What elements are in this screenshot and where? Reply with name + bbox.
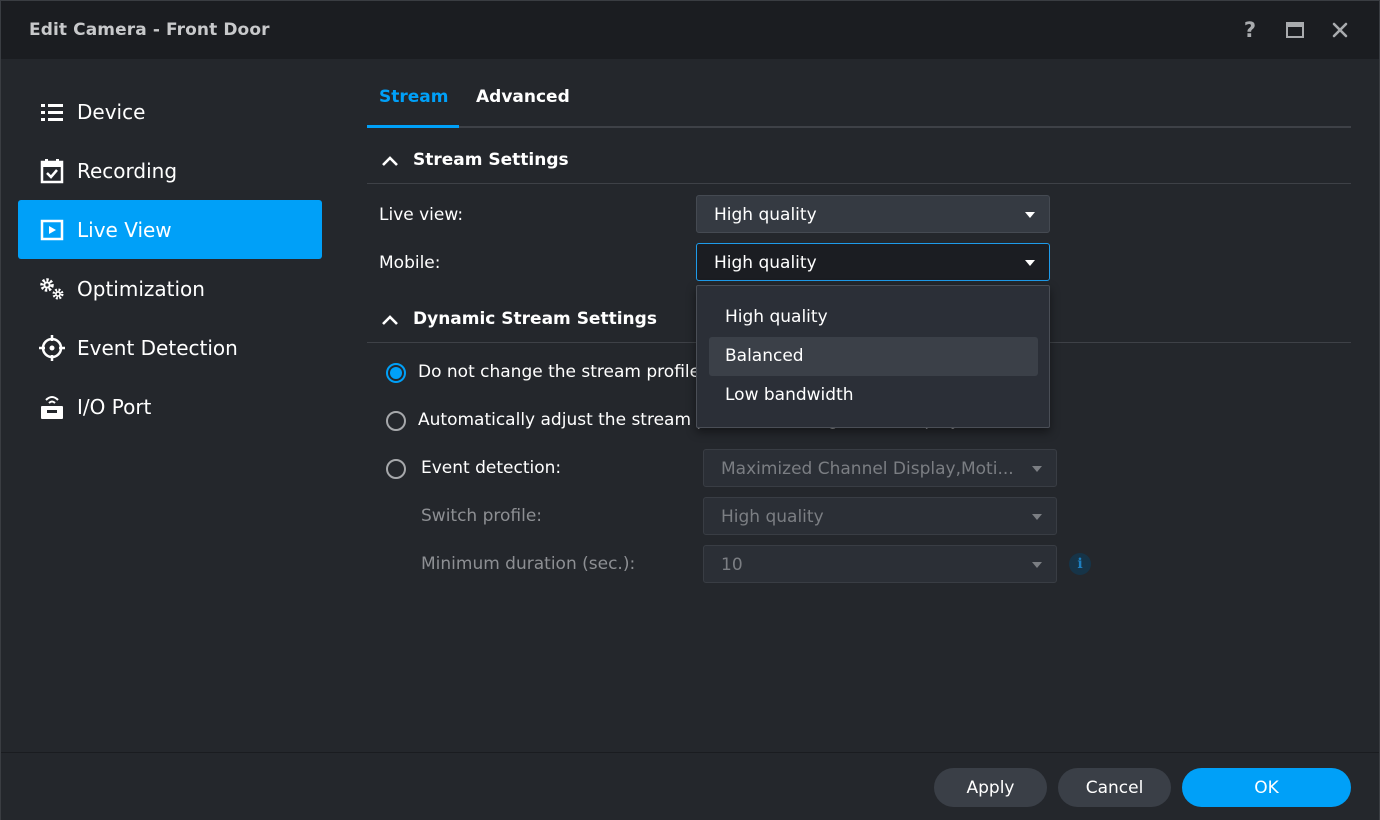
radio-label-do-not-change: Do not change the stream profile: [418, 362, 701, 382]
sidebar-item-label: Optimization: [77, 276, 205, 301]
caret-down-icon: [1025, 260, 1035, 266]
sidebar-item-io-port[interactable]: I/O Port: [18, 377, 322, 436]
gears-icon: [38, 275, 66, 303]
option-label: Balanced: [725, 346, 804, 366]
io-port-icon: [38, 393, 66, 421]
title-bar: Edit Camera - Front Door ?: [1, 1, 1379, 59]
option-label: High quality: [725, 307, 828, 327]
section-title: Stream Settings: [413, 150, 569, 170]
crosshair-icon: [38, 334, 66, 362]
close-button[interactable]: [1327, 17, 1353, 43]
sidebar-item-label: Recording: [77, 158, 178, 183]
minimum-duration-label: Minimum duration (sec.):: [421, 554, 636, 574]
minimum-duration-value: 10: [721, 555, 743, 575]
chevron-up-icon: [382, 315, 398, 325]
live-view-value: High quality: [714, 205, 817, 225]
help-button[interactable]: ?: [1237, 17, 1263, 43]
event-detection-select[interactable]: Maximized Channel Display,Moti...: [703, 449, 1057, 487]
maximize-button[interactable]: [1282, 17, 1308, 43]
switch-profile-label: Switch profile:: [421, 506, 543, 526]
play-square-icon: [38, 216, 66, 244]
sidebar-item-recording[interactable]: Recording: [18, 141, 322, 200]
sidebar-item-device[interactable]: Device: [18, 82, 322, 141]
live-view-select[interactable]: High quality: [696, 195, 1050, 233]
radio-do-not-change[interactable]: [386, 363, 406, 383]
mobile-select[interactable]: High quality: [696, 243, 1050, 281]
dialog-title: Edit Camera - Front Door: [29, 20, 270, 40]
help-icon: ?: [1243, 18, 1257, 42]
option-label: Low bandwidth: [725, 385, 854, 405]
sidebar-item-live-view[interactable]: Live View: [18, 200, 322, 259]
switch-profile-select[interactable]: High quality: [703, 497, 1057, 535]
maximize-icon: [1286, 22, 1304, 38]
sidebar-item-label: I/O Port: [77, 394, 152, 419]
tab-stream[interactable]: Stream: [379, 87, 448, 107]
tab-bar: Stream Advanced: [367, 59, 1351, 128]
mobile-value: High quality: [714, 253, 817, 273]
radio-label-event-detection: Event detection:: [421, 458, 562, 478]
switch-profile-value: High quality: [721, 507, 824, 527]
caret-down-icon: [1032, 466, 1042, 472]
close-icon: [1332, 22, 1348, 38]
active-tab-indicator: [367, 125, 459, 128]
caret-down-icon: [1032, 562, 1042, 568]
dropdown-option-low-bandwidth[interactable]: Low bandwidth: [709, 376, 1038, 415]
caret-down-icon: [1032, 514, 1042, 520]
sidebar-item-label: Event Detection: [77, 335, 238, 360]
dropdown-option-balanced[interactable]: Balanced: [709, 337, 1038, 376]
dialog-footer: Apply Cancel OK: [1, 752, 1379, 820]
apply-button[interactable]: Apply: [934, 768, 1047, 807]
cancel-button[interactable]: Cancel: [1058, 768, 1171, 807]
ok-button[interactable]: OK: [1182, 768, 1351, 807]
radio-event-detection[interactable]: [386, 459, 406, 479]
stream-settings-header[interactable]: Stream Settings: [367, 146, 1351, 184]
sidebar-item-label: Device: [77, 99, 146, 124]
tab-advanced[interactable]: Advanced: [476, 87, 570, 107]
radio-auto-adjust[interactable]: [386, 411, 406, 431]
section-title: Dynamic Stream Settings: [413, 309, 657, 329]
sidebar-item-label: Live View: [77, 217, 172, 242]
edit-camera-dialog: Edit Camera - Front Door ? Device Record…: [0, 0, 1380, 820]
mobile-label: Mobile:: [379, 253, 441, 273]
dropdown-option-high-quality[interactable]: High quality: [709, 298, 1038, 337]
list-icon: [38, 98, 66, 126]
sidebar-item-event-detection[interactable]: Event Detection: [18, 318, 322, 377]
calendar-check-icon: [38, 157, 66, 185]
caret-down-icon: [1025, 212, 1035, 218]
sidebar: Device Recording Live View Optimization …: [1, 59, 337, 752]
chevron-up-icon: [382, 156, 398, 166]
minimum-duration-select[interactable]: 10: [703, 545, 1057, 583]
event-detection-value: Maximized Channel Display,Moti...: [721, 459, 1014, 479]
sidebar-item-optimization[interactable]: Optimization: [18, 259, 322, 318]
mobile-dropdown-menu: High quality Balanced Low bandwidth: [696, 285, 1050, 428]
live-view-label: Live view:: [379, 205, 464, 225]
info-icon[interactable]: i: [1069, 553, 1091, 575]
